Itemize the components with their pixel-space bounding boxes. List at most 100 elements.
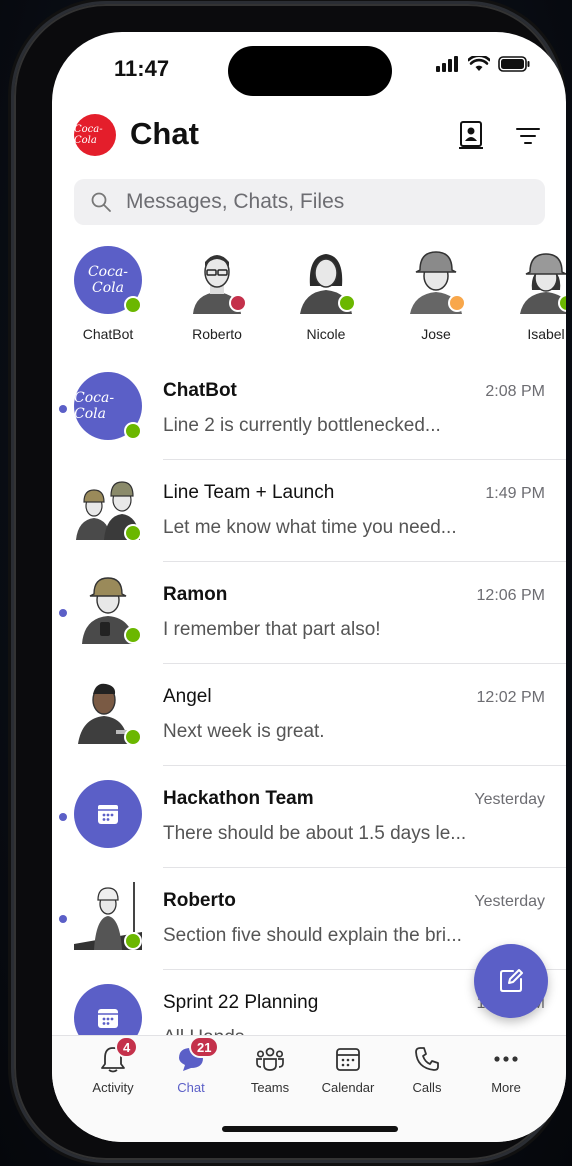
chat-time: Yesterday (474, 791, 545, 808)
presence-available-icon (124, 728, 142, 746)
meeting-avatar (74, 780, 142, 848)
chat-name: Roberto (163, 890, 236, 911)
unread-dot (59, 405, 67, 413)
chat-name: Sprint 22 Planning (163, 992, 319, 1013)
teams-icon (256, 1047, 284, 1071)
unread-dot (59, 813, 67, 821)
tab-calendar[interactable]: Calendar (308, 1042, 388, 1095)
favorite-name: Isabel (527, 326, 565, 342)
header: Coca-Cola Chat (52, 112, 566, 172)
search-input[interactable]: Messages, Chats, Files (126, 190, 344, 214)
presence-available-icon (124, 422, 142, 440)
search-icon (91, 192, 111, 212)
page-title: Chat (130, 116, 199, 151)
dynamic-island (228, 46, 392, 96)
tab-icon-wrap: 21 (151, 1036, 231, 1076)
avatar (74, 678, 142, 746)
favorite-name: Jose (421, 326, 451, 342)
contacts-icon[interactable] (458, 120, 484, 150)
tab-label: More (491, 1080, 521, 1095)
chat-row-hackathon-team[interactable]: Hackathon Team Yesterday There should be… (52, 766, 566, 868)
compose-icon (500, 969, 523, 992)
chat-name: Hackathon Team (163, 788, 314, 809)
tab-label: Activity (92, 1080, 134, 1095)
chat-preview: I remember that part also! (163, 619, 381, 640)
favorite-chatbot[interactable]: Coca-Cola ChatBot (60, 246, 156, 342)
presence-away-icon (448, 294, 466, 312)
search-bar[interactable]: Messages, Chats, Files (74, 179, 545, 225)
notification-badge: 4 (115, 1036, 139, 1058)
tab-activity[interactable]: 4 Activity (73, 1036, 153, 1095)
favorite-name: ChatBot (82, 326, 134, 342)
calendar-icon (98, 805, 118, 824)
calendar-icon (98, 1009, 118, 1028)
filter-icon[interactable] (516, 126, 540, 146)
signal-icon (436, 56, 458, 72)
chat-preview: There should be about 1.5 days le... (163, 823, 467, 844)
tab-calls[interactable]: Calls (387, 1042, 467, 1095)
tab-icon-wrap (230, 1042, 310, 1076)
org-logo[interactable]: Coca-Cola (74, 114, 116, 156)
avatar (183, 246, 251, 314)
chat-time: 1:49 PM (485, 485, 545, 502)
chat-preview: Section five should explain the bri... (163, 925, 462, 946)
presence-available-icon (124, 296, 142, 314)
chat-name: Line Team + Launch (163, 482, 335, 503)
avatar (512, 246, 566, 314)
chat-row-ramon[interactable]: Ramon 12:06 PM I remember that part also… (52, 562, 566, 664)
tab-chat[interactable]: 21 Chat (151, 1036, 231, 1095)
more-icon (494, 1056, 518, 1062)
tab-icon-wrap (387, 1042, 467, 1076)
tab-icon-wrap: 4 (73, 1036, 153, 1076)
tab-icon-wrap (308, 1042, 388, 1076)
avatar: Coca-Cola (74, 372, 142, 440)
chat-preview: Let me know what time you need... (163, 517, 457, 538)
tab-label: Teams (250, 1080, 290, 1095)
phone-frame: 11:47 Coca-Cola Chat Messages, Chats, Fi… (14, 4, 566, 1160)
tab-label: Calendar (321, 1080, 375, 1095)
chat-name: ChatBot (163, 380, 237, 401)
favorite-name: Roberto (192, 326, 242, 342)
favorite-name: Nicole (306, 326, 346, 342)
tab-more[interactable]: More (466, 1042, 546, 1095)
calendar-icon (336, 1048, 360, 1071)
favorite-isabel[interactable]: Isabel (498, 246, 566, 342)
avatar (74, 882, 142, 950)
presence-available-icon (124, 932, 142, 950)
chat-time: Yesterday (474, 893, 545, 910)
chat-row-angel[interactable]: Angel 12:02 PM Next week is great. (52, 664, 566, 766)
phone-icon (415, 1047, 439, 1071)
chat-time: 12:02 PM (476, 689, 545, 706)
battery-icon (498, 56, 530, 72)
home-indicator[interactable] (222, 1126, 398, 1132)
chat-preview: Next week is great. (163, 721, 325, 742)
chat-preview: Line 2 is currently bottlenecked... (163, 415, 441, 436)
presence-available-icon (124, 524, 142, 542)
unread-dot (59, 915, 67, 923)
avatar (74, 780, 142, 848)
tab-label: Chat (177, 1080, 205, 1095)
new-chat-button[interactable] (474, 944, 548, 1018)
avatar (74, 474, 142, 542)
presence-available-icon (124, 626, 142, 644)
tab-label: Calls (412, 1080, 442, 1095)
unread-dot (59, 609, 67, 617)
chat-time: 2:08 PM (485, 383, 545, 400)
chat-row-chatbot[interactable]: Coca-Cola ChatBot 2:08 PM Line 2 is curr… (52, 358, 566, 460)
avatar (292, 246, 360, 314)
favorite-jose[interactable]: Jose (388, 246, 484, 342)
tab-icon-wrap (466, 1042, 546, 1076)
chat-name: Ramon (163, 584, 228, 605)
chat-name: Angel (163, 686, 212, 707)
presence-busy-icon (229, 294, 247, 312)
status-bar: 11:47 (52, 32, 566, 112)
chat-row-line-team[interactable]: Line Team + Launch 1:49 PM Let me know w… (52, 460, 566, 562)
avatar: Coca-Cola (74, 246, 142, 314)
org-logo-text: Coca-Cola (74, 124, 103, 146)
favorites-row: Coca-Cola ChatBot Roberto Nicole Jose Is… (52, 242, 566, 352)
presence-available-icon (338, 294, 356, 312)
favorite-nicole[interactable]: Nicole (278, 246, 374, 342)
favorite-roberto[interactable]: Roberto (169, 246, 265, 342)
tab-teams[interactable]: Teams (230, 1042, 310, 1095)
wifi-icon (468, 56, 490, 71)
